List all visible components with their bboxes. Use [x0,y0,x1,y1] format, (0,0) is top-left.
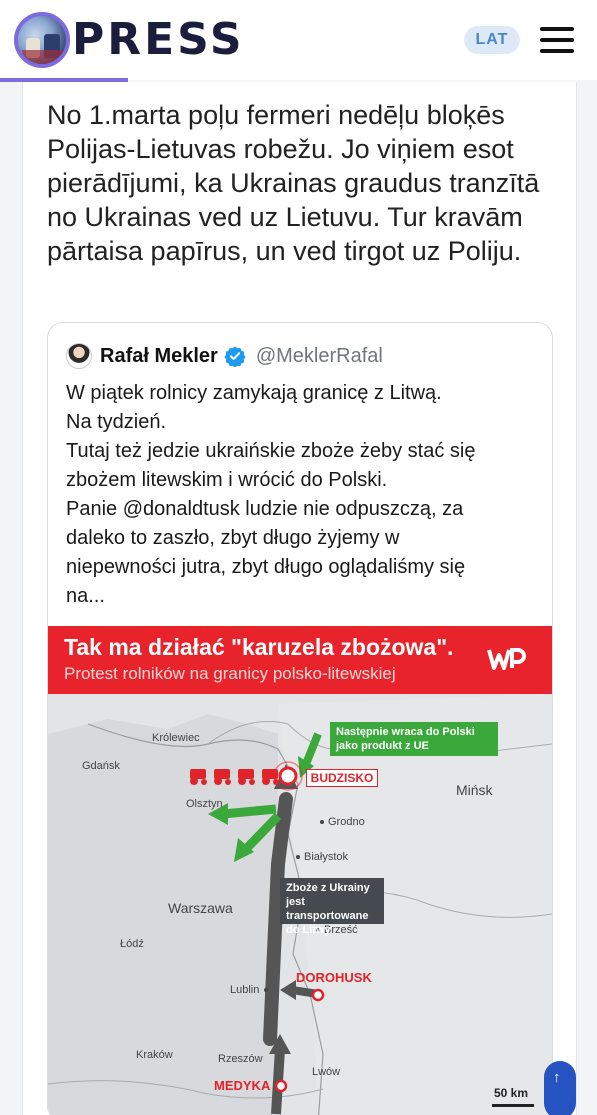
city-label: Lwów [312,1066,341,1078]
map-scale-bar [492,1104,534,1107]
infographic-banner: Tak ma działać "karuzela zbożowa". Prote… [48,626,552,694]
tweet-author-name[interactable]: Rafał Mekler [100,345,218,368]
infographic-subtitle: Protest rolników na granicy polsko-litew… [64,664,396,683]
tweet-line: Panie @donaldtusk ludzie nie odpuszczą, … [66,498,464,520]
city-label: Łódź [120,938,144,950]
tweet-line: na... [66,585,105,607]
city-label: Kraków [136,1049,173,1061]
site-logo[interactable]: PRESS [14,12,245,68]
verified-badge-icon [224,346,246,367]
post-text: No 1.marta poļu fermeri nedēļu bloķēs Po… [47,100,540,266]
tweet-line: W piątek rolnicy zamykają granicę z Litw… [66,382,442,404]
arrow-up-icon: ↑ [553,1069,561,1086]
city-label: Grodno [328,816,365,828]
tweet-header: Rafał Mekler @MeklerRafal [66,341,383,371]
city-label: Rzeszów [218,1053,263,1065]
dorohusk-label: DOROHUSK [296,970,372,985]
tweet-handle[interactable]: @MeklerRafal [256,345,383,368]
city-label: Warszawa [168,900,233,916]
city-label: Mińsk [456,782,493,798]
avatar[interactable] [66,343,92,369]
return-callout: Następnie wraca do Polski jako produkt z… [330,722,498,756]
hamburger-menu-icon[interactable] [540,25,574,55]
wp-logo-icon [484,642,528,676]
city-label: Olsztyn [186,798,223,810]
transport-callout: Zboże z Ukrainy jest transportowane do L… [280,878,384,936]
map: Królewiec Gdańsk Olsztyn Grodno Mińsk Bi… [48,694,552,1115]
city-label: Lublin [230,984,260,996]
logo-emblem-icon [14,12,70,68]
logo-text: PRESS [72,14,245,65]
language-switch[interactable]: LAT [464,26,520,54]
tweet-body: W piątek rolnicy zamykają granicę z Litw… [66,379,536,611]
budzisko-label: BUDZISKO [306,769,378,787]
tweet-line: zbożem litewskim i wrócić do Polski. [66,469,388,491]
city-label: Białystok [304,851,349,863]
map-scale-label: 50 km [494,1086,529,1100]
scroll-to-top-button[interactable]: ↑ [544,1061,576,1115]
embedded-tweet[interactable]: Rafał Mekler @MeklerRafal W piątek rolni… [47,322,553,1115]
tweet-line: Na tydzień. [66,411,167,433]
medyka-label: MEDYKA [214,1078,271,1093]
article-card: No 1.marta poļu fermeri nedēļu bloķēs Po… [22,82,577,1115]
city-label: Królewiec [152,732,200,744]
tweet-infographic[interactable]: Tak ma działać "karuzela zbożowa". Prote… [48,626,552,1115]
infographic-title: Tak ma działać "karuzela zbożowa". [64,634,454,660]
tweet-line: niepewności jutra, zbyt długo oglądaliśm… [66,556,466,578]
tweet-line: Tutaj też jedzie ukraińskie zboże żeby s… [66,440,476,462]
city-label: Gdańsk [82,760,120,772]
tweet-line: daleko to zaszło, zbyt długo żyjemy w [66,527,400,549]
site-header: PRESS LAT [0,0,597,82]
